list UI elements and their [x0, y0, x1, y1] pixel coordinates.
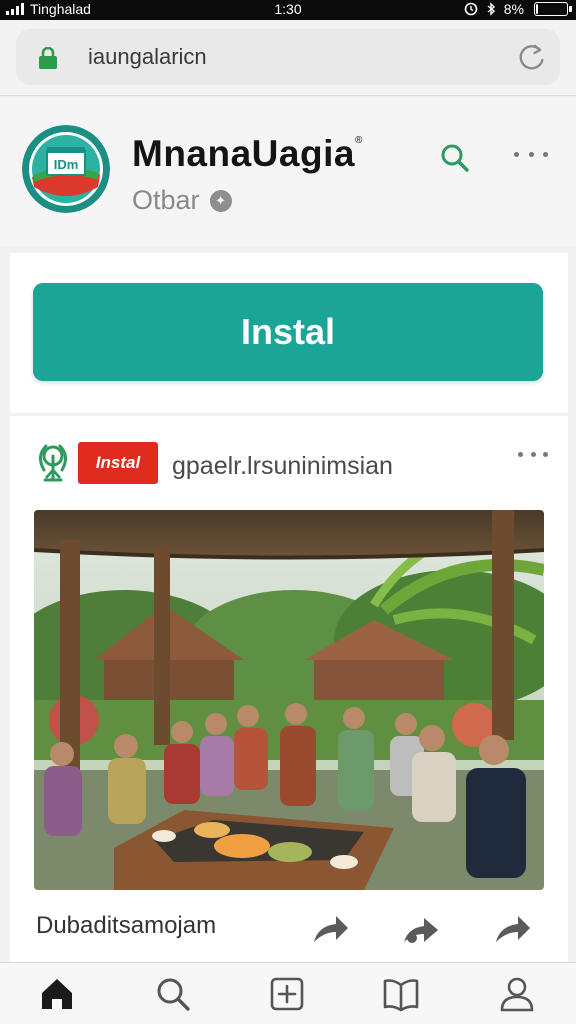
app-logo[interactable]: IDm — [22, 125, 110, 213]
reload-icon[interactable] — [516, 41, 548, 73]
more-options-icon[interactable] — [514, 141, 548, 167]
post-handle[interactable]: gpaelr.lrsuninimsian — [172, 452, 393, 481]
repost-icon[interactable] — [400, 912, 444, 948]
forward-icon[interactable] — [490, 912, 534, 948]
svg-text:IDm: IDm — [54, 157, 79, 172]
search-icon[interactable] — [438, 141, 472, 175]
browser-toolbar: iaungalaricn — [0, 20, 576, 96]
app-header: IDm MnanaUagia® Otbar ✦ — [0, 97, 576, 247]
install-card: Instal — [10, 253, 568, 413]
lock-icon — [39, 47, 57, 69]
verified-icon: ✦ — [209, 189, 232, 212]
app-title: MnanaUagia® — [132, 133, 363, 175]
app-subtitle-text: Otbar — [132, 185, 200, 215]
alarm-icon — [464, 2, 478, 16]
install-button[interactable]: Instal — [33, 283, 543, 381]
status-right: 8% — [464, 1, 572, 17]
address-bar[interactable]: iaungalaricn — [16, 29, 560, 85]
battery-percent: 8% — [503, 1, 524, 17]
search-nav-icon[interactable] — [154, 975, 192, 1013]
bluetooth-icon — [487, 2, 495, 16]
post-photo[interactable] — [34, 510, 544, 890]
profile-icon[interactable] — [498, 975, 536, 1013]
battery-icon — [534, 2, 572, 16]
app-subtitle: Otbar ✦ — [132, 185, 232, 216]
post-caption: Dubaditsamojam — [36, 912, 217, 939]
trademark-mark: ® — [354, 135, 363, 146]
library-icon[interactable] — [382, 975, 420, 1013]
post-card: Instal gpaelr.lrsuninimsian Dubaditsamoj… — [10, 416, 568, 964]
post-more-icon[interactable] — [518, 452, 548, 462]
status-bar: Tinghalad 1:30 8% — [0, 0, 576, 20]
install-badge[interactable]: Instal — [78, 442, 158, 484]
app-name-text: MnanaUagia — [132, 133, 355, 174]
tree-icon — [39, 444, 67, 482]
share-icon[interactable] — [308, 912, 352, 948]
add-icon[interactable] — [268, 975, 306, 1013]
url-text[interactable]: iaungalaricn — [88, 44, 207, 70]
home-icon[interactable] — [38, 975, 76, 1013]
bottom-nav — [0, 962, 576, 1024]
